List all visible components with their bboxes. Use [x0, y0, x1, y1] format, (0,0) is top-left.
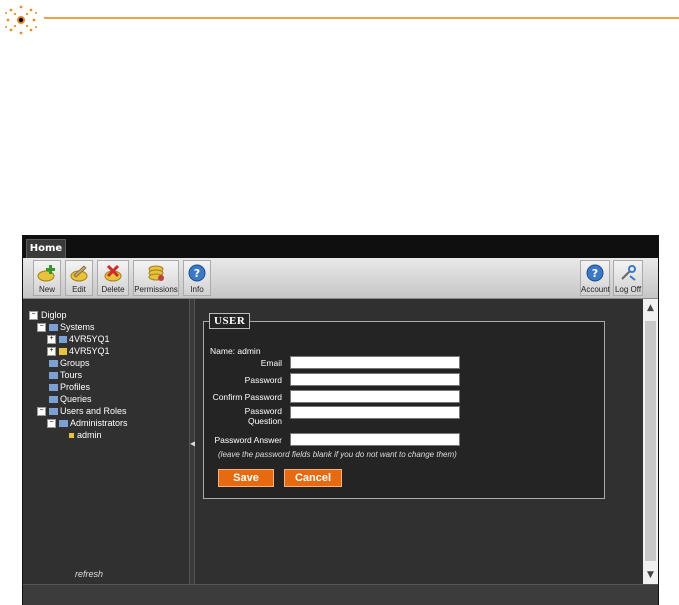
tree-label: admin: [77, 430, 102, 440]
cancel-button[interactable]: Cancel: [284, 469, 342, 487]
delete-label: Delete: [101, 285, 125, 294]
tree-node-administrators[interactable]: − Administrators: [47, 417, 128, 429]
main-panel: Name: admin Email Password Confirm Passw…: [195, 299, 643, 584]
folder-icon: [59, 420, 68, 428]
tree-label: Tours: [60, 370, 83, 380]
info-label: Info: [190, 285, 204, 294]
app-window: Home New Edit Delete Permissions ? Info …: [22, 235, 659, 605]
header-rule: [44, 17, 679, 19]
tree-label: Profiles: [60, 382, 91, 392]
folder-icon: [49, 396, 58, 404]
collapse-icon[interactable]: −: [37, 407, 46, 417]
tree-node-users-and-roles[interactable]: − Users and Roles: [37, 405, 127, 417]
new-label: New: [38, 285, 55, 294]
tree-node-tours[interactable]: Tours: [49, 369, 82, 381]
email-label: Email: [260, 358, 282, 368]
tree-node-groups[interactable]: Groups: [49, 357, 90, 369]
tree-node-system-1[interactable]: +4VR5YQ1: [47, 333, 110, 345]
save-button[interactable]: Save: [218, 469, 274, 487]
permissions-icon: [148, 265, 164, 281]
tree-node-admin[interactable]: admin: [69, 429, 102, 441]
account-icon: ?: [586, 264, 604, 282]
user-icon: [69, 433, 74, 439]
folder-icon: [49, 408, 58, 416]
status-bar: [23, 584, 658, 605]
app-logo: [2, 3, 40, 37]
tab-bar: Home: [23, 236, 658, 258]
tree-node-profiles[interactable]: Profiles: [49, 381, 90, 393]
delete-button[interactable]: Delete: [97, 260, 129, 296]
name-line: Name: admin: [210, 346, 261, 356]
system-icon: [59, 348, 67, 356]
folder-icon: [49, 384, 58, 392]
new-button[interactable]: New: [33, 260, 61, 296]
tree-label: Systems: [60, 322, 95, 332]
user-fieldset: Name: admin Email Password Confirm Passw…: [203, 321, 605, 499]
info-icon: ?: [188, 264, 206, 282]
new-icon: [37, 265, 55, 282]
email-field[interactable]: [290, 356, 460, 369]
folder-icon: [49, 360, 58, 368]
tree-label: Queries: [60, 394, 92, 404]
tree-node-systems[interactable]: − Systems: [37, 321, 95, 333]
scroll-up-icon[interactable]: ▲: [643, 301, 658, 315]
confirm-password-field[interactable]: [290, 390, 460, 403]
tree-label: 4VR5YQ1: [69, 346, 110, 356]
permissions-label: Permissions: [134, 285, 178, 294]
delete-icon: [104, 264, 122, 282]
password-answer-label: Password Answer: [214, 435, 282, 445]
password-hint-note: (leave the password fields blank if you …: [218, 450, 457, 459]
account-button[interactable]: ? Account: [580, 260, 610, 296]
tree-node-queries[interactable]: Queries: [49, 393, 92, 405]
edit-icon: [70, 265, 88, 282]
logoff-button[interactable]: Log Off: [613, 260, 643, 296]
tree-label: 4VR5YQ1: [69, 334, 110, 344]
svg-text:?: ?: [194, 267, 200, 280]
account-label: Account: [581, 285, 610, 294]
password-question-label-line-2: Question: [247, 416, 282, 426]
scroll-down-icon[interactable]: ▼: [643, 568, 658, 582]
tree-label: Administrators: [70, 418, 128, 428]
folder-icon: [49, 324, 58, 332]
tree-label: Users and Roles: [60, 406, 127, 416]
tree-node-system-2[interactable]: +4VR5YQ1: [47, 345, 110, 357]
edit-label: Edit: [72, 285, 86, 294]
tree-node-root[interactable]: − Diglop: [29, 309, 67, 321]
permissions-button[interactable]: Permissions: [133, 260, 179, 296]
navigation-tree-panel: − Diglop − Systems +4VR5YQ1 +4VR5YQ1 Group…: [23, 299, 189, 584]
tab-home[interactable]: Home: [26, 239, 66, 258]
folder-icon: [49, 372, 58, 380]
collapse-handle-icon[interactable]: ◀: [190, 439, 196, 449]
password-label: Password: [244, 375, 282, 385]
svg-text:?: ?: [592, 267, 598, 280]
vertical-scrollbar[interactable]: ▲ ▼: [643, 299, 658, 584]
password-field[interactable]: [290, 373, 460, 386]
password-answer-field[interactable]: [290, 433, 460, 446]
expand-icon[interactable]: +: [47, 347, 56, 357]
password-question-label-line-1: Password: [244, 406, 282, 416]
system-icon: [59, 336, 67, 344]
tree-label: Diglop: [41, 310, 67, 320]
refresh-link[interactable]: refresh: [75, 569, 103, 579]
password-question-field[interactable]: [290, 406, 460, 419]
collapse-icon[interactable]: −: [29, 311, 38, 321]
confirm-password-label: Confirm Password: [212, 392, 282, 402]
logoff-icon: [621, 265, 636, 281]
user-legend: USER: [209, 313, 251, 329]
logoff-label: Log Off: [614, 285, 642, 294]
collapse-icon[interactable]: −: [47, 419, 56, 429]
scrollbar-thumb[interactable]: [645, 321, 656, 561]
toolbar: New Edit Delete Permissions ? Info ? Acc…: [23, 258, 658, 299]
edit-button[interactable]: Edit: [65, 260, 93, 296]
info-button[interactable]: ? Info: [183, 260, 211, 296]
collapse-icon[interactable]: −: [37, 323, 46, 333]
tree-label: Groups: [60, 358, 90, 368]
expand-icon[interactable]: +: [47, 335, 56, 345]
